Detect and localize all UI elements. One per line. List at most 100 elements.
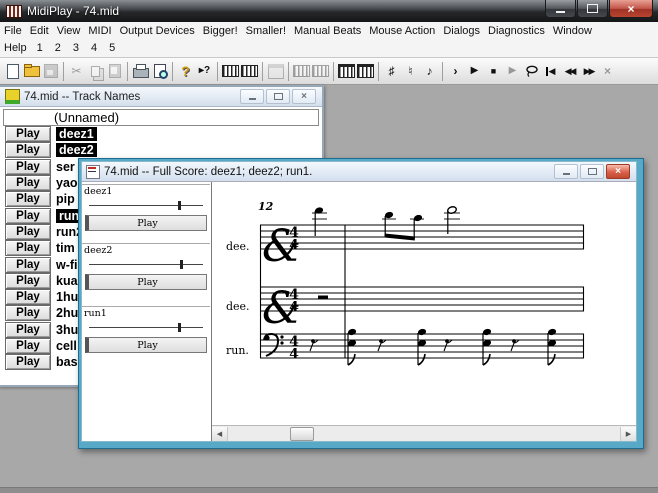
menu-view[interactable]: View bbox=[53, 25, 85, 37]
menu-dialogs[interactable]: Dialogs bbox=[439, 25, 484, 37]
eighth-note-button[interactable]: ♪ bbox=[420, 61, 439, 82]
staff-keyboard-1-button[interactable] bbox=[337, 61, 356, 82]
rewind-button[interactable]: ◀◀ bbox=[560, 61, 579, 82]
menu-1[interactable]: 1 bbox=[31, 42, 49, 54]
print-button[interactable] bbox=[131, 61, 150, 82]
piano-keyboard-2-button[interactable] bbox=[240, 61, 259, 82]
scroll-left-button[interactable]: ◀ bbox=[212, 427, 228, 441]
maximize-button[interactable] bbox=[577, 0, 608, 18]
play-track-button[interactable]: Play bbox=[5, 175, 51, 191]
natural-button[interactable]: ♮ bbox=[401, 61, 420, 82]
score-canvas[interactable]: 12 bbox=[212, 182, 636, 441]
help-button[interactable]: ? bbox=[176, 61, 195, 82]
play-track-button[interactable]: Play bbox=[5, 289, 51, 305]
play-track-button[interactable]: Play bbox=[5, 208, 51, 224]
menu-bigger[interactable]: Bigger! bbox=[199, 25, 242, 37]
mixer-play-button[interactable]: Play bbox=[85, 337, 207, 353]
play-track-button[interactable]: Play bbox=[5, 305, 51, 321]
piano-keyboard-1-button[interactable] bbox=[221, 61, 240, 82]
keyboard-view-2-button[interactable] bbox=[311, 61, 330, 82]
cut-button[interactable]: ✂ bbox=[67, 61, 86, 82]
open-file-button[interactable] bbox=[22, 61, 41, 82]
menu-edit[interactable]: Edit bbox=[26, 25, 53, 37]
menu-5[interactable]: 5 bbox=[103, 42, 121, 54]
menu-file[interactable]: File bbox=[0, 25, 26, 37]
menu-diagnostics[interactable]: Diagnostics bbox=[484, 25, 549, 37]
menu-4[interactable]: 4 bbox=[85, 42, 103, 54]
play-track-button[interactable]: Play bbox=[5, 338, 51, 354]
track-name[interactable]: 1hu bbox=[56, 290, 78, 304]
slider-thumb[interactable] bbox=[178, 323, 181, 332]
play-track-button[interactable]: Play bbox=[5, 126, 51, 142]
close-button[interactable]: × bbox=[609, 0, 653, 18]
play-button[interactable]: ▶ bbox=[465, 61, 484, 82]
play-track-button[interactable]: Play bbox=[5, 354, 51, 370]
volume-slider[interactable] bbox=[89, 198, 203, 212]
horizontal-scrollbar[interactable]: ◀ ▶ bbox=[212, 425, 636, 441]
paste-button[interactable] bbox=[105, 61, 124, 82]
track-name[interactable]: 3hu bbox=[56, 323, 78, 337]
menu-help[interactable]: Help bbox=[0, 42, 31, 54]
score-minimize-button[interactable] bbox=[554, 164, 578, 179]
track-name[interactable]: yao bbox=[56, 176, 78, 190]
track-name[interactable]: deez1 bbox=[56, 127, 97, 141]
staff-keyboard-2-button[interactable] bbox=[356, 61, 375, 82]
full-score-titlebar[interactable]: 74.mid -- Full Score: deez1; deez2; run1… bbox=[82, 162, 636, 182]
mixer-play-button[interactable]: Play bbox=[85, 215, 207, 231]
track-name[interactable]: tim bbox=[56, 241, 75, 255]
track-name[interactable]: ser bbox=[56, 160, 75, 174]
save-button[interactable] bbox=[41, 61, 60, 82]
track-name[interactable]: 2hu bbox=[56, 306, 78, 320]
track-close-button[interactable]: × bbox=[292, 89, 316, 104]
volume-slider[interactable] bbox=[89, 257, 203, 271]
play-track-button[interactable]: Play bbox=[5, 142, 51, 158]
play-track-button[interactable]: Play bbox=[5, 159, 51, 175]
volume-slider[interactable] bbox=[89, 320, 203, 334]
app-titlebar[interactable]: MidiPlay - 74.mid × bbox=[0, 0, 658, 22]
track-name[interactable]: cell bbox=[56, 339, 77, 353]
track-name[interactable]: deez2 bbox=[56, 143, 97, 157]
sharp-button[interactable]: ♯ bbox=[382, 61, 401, 82]
menu-mouse-action[interactable]: Mouse Action bbox=[365, 25, 439, 37]
menu-3[interactable]: 3 bbox=[67, 42, 85, 54]
fast-forward-button[interactable]: ▶▶ bbox=[579, 61, 598, 82]
minimize-button[interactable] bbox=[545, 0, 576, 18]
menu-window[interactable]: Window bbox=[549, 25, 596, 37]
scroll-right-button[interactable]: ▶ bbox=[620, 427, 636, 441]
print-preview-button[interactable] bbox=[150, 61, 169, 82]
track-maximize-button[interactable] bbox=[266, 89, 290, 104]
scrollbar-thumb[interactable] bbox=[290, 427, 314, 441]
keyboard-view-1-button[interactable] bbox=[292, 61, 311, 82]
track-minimize-button[interactable] bbox=[240, 89, 264, 104]
lasso-button[interactable] bbox=[522, 61, 541, 82]
go-to-start-button[interactable]: ◀ bbox=[541, 61, 560, 82]
copy-button[interactable] bbox=[86, 61, 105, 82]
slider-thumb[interactable] bbox=[180, 260, 183, 269]
score-maximize-button[interactable] bbox=[580, 164, 604, 179]
menu-output-devices[interactable]: Output Devices bbox=[116, 25, 199, 37]
menu-2[interactable]: 2 bbox=[49, 42, 67, 54]
new-file-button[interactable] bbox=[3, 61, 22, 82]
track-names-titlebar[interactable]: 74.mid -- Track Names × bbox=[0, 87, 322, 107]
play-selection-button[interactable]: ▶ bbox=[503, 61, 522, 82]
menu-manual-beats[interactable]: Manual Beats bbox=[290, 25, 365, 37]
track-name[interactable]: w-fi bbox=[56, 258, 78, 272]
context-help-button[interactable]: ▸? bbox=[195, 61, 214, 82]
track-name[interactable]: kua bbox=[56, 274, 78, 288]
stop-button[interactable]: ■ bbox=[484, 61, 503, 82]
window-view-button[interactable] bbox=[266, 61, 285, 82]
menu-midi[interactable]: MIDI bbox=[84, 25, 115, 37]
play-track-button[interactable]: Play bbox=[5, 240, 51, 256]
slider-thumb[interactable] bbox=[178, 201, 181, 210]
menu-smaller[interactable]: Smaller! bbox=[242, 25, 290, 37]
score-close-button[interactable]: × bbox=[606, 164, 630, 179]
advance-button[interactable]: › bbox=[446, 61, 465, 82]
mixer-play-button[interactable]: Play bbox=[85, 274, 207, 290]
play-track-button[interactable]: Play bbox=[5, 322, 51, 338]
track-name[interactable]: pip bbox=[56, 192, 75, 206]
play-track-button[interactable]: Play bbox=[5, 273, 51, 289]
play-track-button[interactable]: Play bbox=[5, 257, 51, 273]
track-name[interactable]: bas bbox=[56, 355, 78, 369]
close-view-button[interactable]: × bbox=[598, 61, 617, 82]
play-track-button[interactable]: Play bbox=[5, 191, 51, 207]
